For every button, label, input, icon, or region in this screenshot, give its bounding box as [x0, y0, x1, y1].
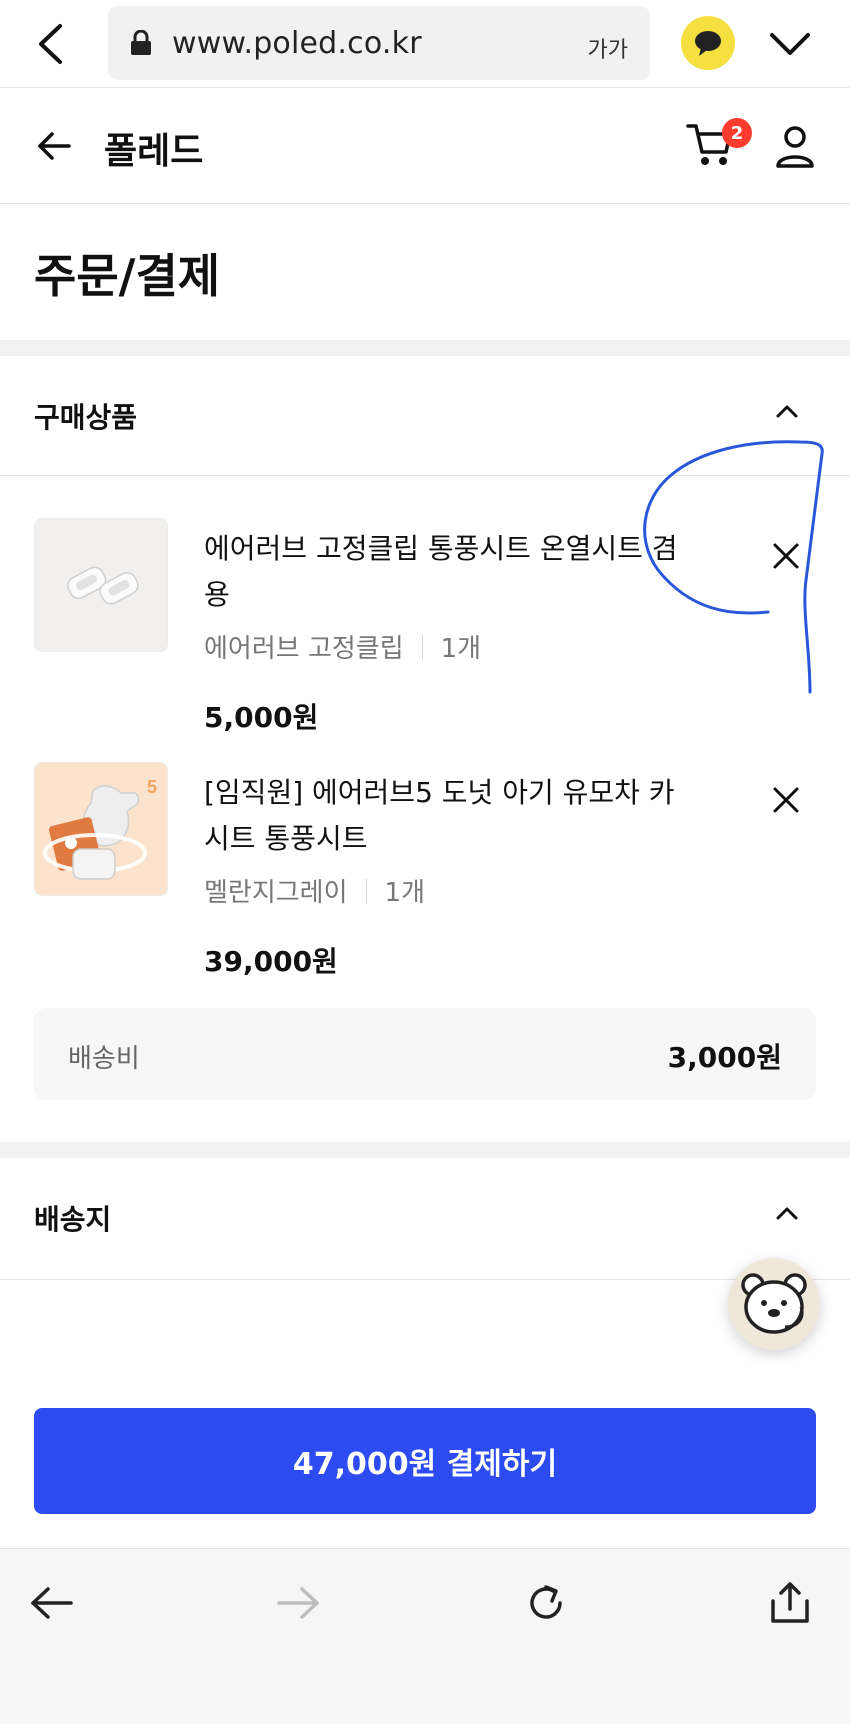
chatbot-button[interactable] [728, 1258, 820, 1350]
cart-count-badge: 2 [722, 118, 752, 148]
chevron-up-icon [776, 1207, 798, 1220]
address-section-header[interactable]: 배송지 [0, 1158, 850, 1280]
section-divider [0, 340, 850, 356]
product-option: 멜란지그레이 1개 [204, 872, 425, 909]
product-option: 에어러브 고정클립 1개 [204, 628, 481, 665]
product-thumbnail[interactable] [34, 518, 168, 652]
page-title: 주문/결제 [34, 249, 221, 303]
refresh-icon [530, 1585, 562, 1619]
chevron-up-icon [776, 405, 798, 418]
product-price: 5,000원 [204, 701, 319, 734]
kakao-chat-icon [695, 31, 721, 56]
kakao-chat-button[interactable] [681, 16, 735, 70]
browser-nav-forward-button[interactable] [270, 1575, 326, 1631]
products-section-title: 구매상품 [34, 401, 138, 434]
arrow-left-icon [38, 132, 71, 160]
browser-back-button[interactable] [30, 18, 70, 70]
url-text: www.poled.co.kr [172, 26, 422, 61]
product-thumbnail[interactable]: 5 [34, 762, 168, 896]
product-quantity: 1개 [440, 634, 482, 664]
back-icon [39, 24, 62, 64]
browser-top-bar: www.poled.co.kr 가가 [0, 0, 850, 88]
collapse-address-button[interactable] [770, 1196, 804, 1230]
collapse-products-button[interactable] [770, 394, 804, 428]
header-back-button[interactable] [34, 122, 74, 170]
bear-chatbot-icon [741, 1273, 807, 1334]
remove-product-button[interactable] [768, 538, 804, 574]
arrow-left-icon [31, 1587, 73, 1619]
product-item: 에어러브 고정클립 통풍시트 온열시트 겸용 에어러브 고정클립 1개 5,00… [0, 518, 850, 758]
app-header: 폴레드 2 [0, 88, 850, 204]
product-option-name: 멜란지그레이 [204, 878, 348, 908]
shipping-fee-label: 배송비 [68, 1044, 140, 1074]
close-icon [773, 787, 799, 813]
lock-icon [131, 30, 151, 55]
chevron-down-icon [770, 33, 810, 55]
product-badge: 5 [147, 777, 157, 797]
remove-product-button[interactable] [768, 782, 804, 818]
section-divider [0, 1142, 850, 1158]
product-quantity: 1개 [384, 878, 425, 908]
option-divider [365, 878, 367, 903]
forward-icon [277, 1587, 319, 1619]
option-divider [421, 634, 423, 659]
browser-refresh-button[interactable] [518, 1575, 574, 1631]
browser-nav-back-button[interactable] [24, 1575, 80, 1631]
product-title[interactable]: [임직원] 에어러브5 도넛 아기 유모차 카시트 통풍시트 [204, 770, 694, 862]
pay-button[interactable]: 47,000원 결제하기 [34, 1408, 816, 1514]
browser-bottom-toolbar [0, 1548, 850, 1724]
product-item: 5 [임직원] 에어러브5 도넛 아기 유모차 카시트 통풍시트 멜란지그레이 … [0, 762, 850, 1002]
share-icon [771, 1582, 809, 1623]
brand-title: 폴레드 [104, 131, 204, 172]
product-price: 39,000원 [204, 945, 338, 978]
address-section-title: 배송지 [34, 1203, 112, 1236]
browser-menu-button[interactable] [766, 22, 814, 66]
browser-share-button[interactable] [762, 1575, 818, 1631]
url-bar[interactable]: www.poled.co.kr 가가 [108, 6, 650, 80]
product-title[interactable]: 에어러브 고정클립 통풍시트 온열시트 겸용 [204, 526, 694, 618]
products-section-header[interactable]: 구매상품 [0, 356, 850, 476]
shipping-fee-value: 3,000원 [667, 1041, 782, 1074]
text-size-button[interactable]: 가가 [588, 32, 628, 64]
shipping-fee-box: 배송비 3,000원 [34, 1008, 816, 1100]
close-icon [773, 543, 799, 569]
product-option-name: 에어러브 고정클립 [204, 634, 404, 664]
user-icon[interactable] [774, 124, 816, 170]
